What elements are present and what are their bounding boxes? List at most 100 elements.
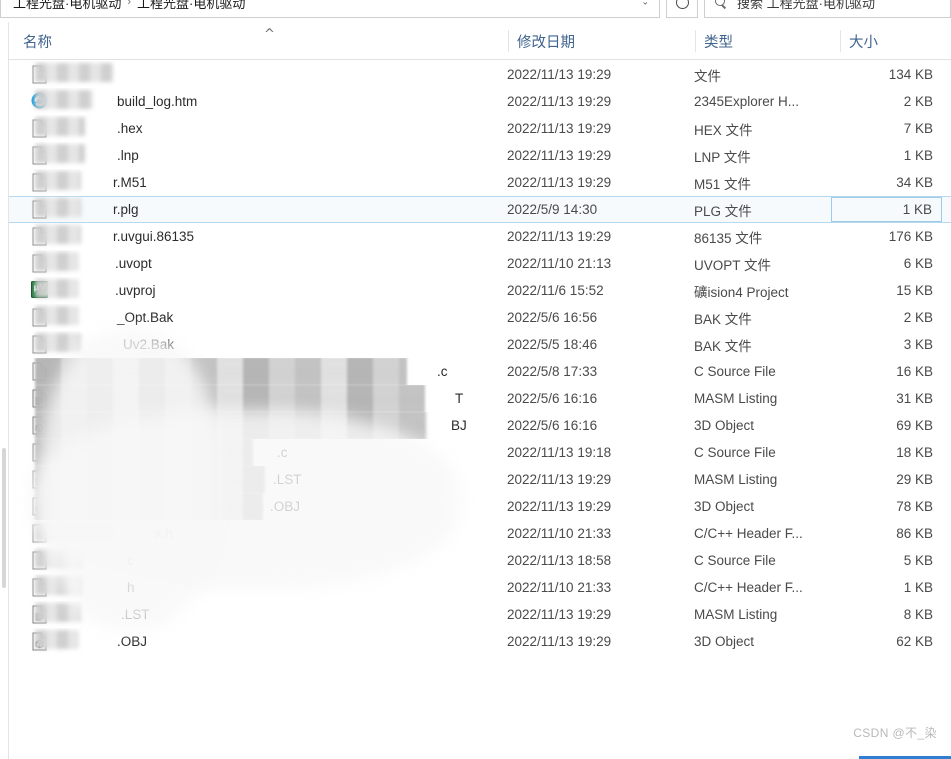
file-date-cell: 2022/11/13 18:58: [507, 553, 612, 568]
table-row[interactable]: µV 5 .uvproj 2022/11/6 15:52 礦ision4 Project…: [9, 277, 951, 304]
table-row[interactable]: Uv2.Bak 2022/5/5 18:46 BAK 文件 3 KB: [9, 331, 951, 358]
file-name-cell[interactable]: _Opt.Bak: [9, 304, 499, 331]
file-name-cell[interactable]: .lnp: [9, 142, 499, 169]
file-name-cell[interactable]: c: [9, 547, 499, 574]
file-type-cell: BAK 文件: [694, 311, 752, 327]
table-row[interactable]: .uvopt 2022/11/10 21:13 UVOPT 文件 6 KB: [9, 250, 951, 277]
table-row[interactable]: r.plg 2022/5/9 14:30 PLG 文件 1 KB: [9, 196, 951, 223]
ie-browser-icon: [31, 92, 48, 111]
file-name-cell[interactable]: .c: [9, 358, 499, 385]
table-row[interactable]: .LST 2022/11/13 19:29 MASM Listing 29 KB: [9, 466, 951, 493]
search-input[interactable]: 搜索 工程光盘·电机驱动: [704, 0, 951, 18]
file-date-cell: 2022/11/13 19:29: [507, 634, 612, 649]
file-list[interactable]: 2022/11/13 19:29 文件 134 KB build_log.htm 202…: [9, 61, 951, 681]
file-name-cell[interactable]: r.plg: [9, 196, 499, 223]
table-row[interactable]: .OBJ 2022/11/13 19:29 3D Object 78 KB: [9, 493, 951, 520]
file-name-cell[interactable]: build_log.htm: [9, 88, 499, 115]
column-divider[interactable]: [508, 30, 509, 52]
file-size-cell: 7 KB: [903, 121, 933, 136]
table-row[interactable]: build_log.htm 2022/11/13 19:29 2345Explore…: [9, 88, 951, 115]
table-row[interactable]: x.h 2022/11/10 21:33 C/C++ Header F... 86 K…: [9, 520, 951, 547]
file-date-cell: 2022/11/13 19:29: [507, 175, 612, 190]
file-name-cell[interactable]: x.h: [9, 520, 499, 547]
file-name-cell[interactable]: µV 5 .uvproj: [9, 277, 499, 304]
file-name-cell[interactable]: Uv2.Bak: [9, 331, 499, 358]
table-row[interactable]: 2022/11/13 19:29 文件 134 KB: [9, 61, 951, 88]
address-bar[interactable]: 工程光盘·电机驱动 › 工程光盘·电机驱动 ⌄: [0, 0, 660, 18]
file-size-cell: 176 KB: [888, 229, 933, 244]
file-name-cell[interactable]: .LST: [9, 601, 499, 628]
table-row[interactable]: h 2022/11/10 21:33 C/C++ Header F... 1 KB: [9, 574, 951, 601]
file-date-cell: 2022/5/6 16:16: [507, 391, 598, 406]
blank-file-icon: [31, 254, 48, 273]
file-name-cell[interactable]: BJ: [9, 412, 499, 439]
file-name-label: x.h: [155, 526, 174, 541]
breadcrumb[interactable]: 工程光盘·电机驱动 › 工程光盘·电机驱动: [13, 0, 245, 12]
nav-pane-scrollbar[interactable]: [2, 448, 6, 588]
table-row[interactable]: c 2022/11/13 18:58 C Source File 5 KB: [9, 547, 951, 574]
file-type-cell: MASM Listing: [694, 472, 778, 487]
table-row[interactable]: .lnp 2022/11/13 19:29 LNP 文件 1 KB: [9, 142, 951, 169]
table-row[interactable]: r.uvgui.86135 2022/11/13 19:29 86135 文件 176…: [9, 223, 951, 250]
chevron-down-icon[interactable]: ⌄: [641, 0, 649, 8]
file-name-cell[interactable]: .OBJ: [9, 628, 499, 655]
column-divider[interactable]: [695, 30, 696, 52]
blank-file-icon: [31, 335, 48, 354]
file-name-cell[interactable]: h: [9, 574, 499, 601]
file-name-cell[interactable]: [9, 61, 499, 88]
table-row[interactable]: .c 2022/5/8 17:33 C Source File 16 KB: [9, 358, 951, 385]
column-header-date-modified[interactable]: 修改日期: [508, 22, 695, 60]
file-name-cell[interactable]: .OBJ: [9, 493, 499, 520]
file-size-cell: 15 KB: [896, 283, 933, 298]
file-name-label: BJ: [451, 418, 467, 433]
file-explorer-window: 工程光盘·电机驱动 › 工程光盘·电机驱动 ⌄ 搜索 工程光盘·电机驱动 名称 …: [0, 0, 951, 759]
file-name-label: .OBJ: [270, 499, 301, 514]
breadcrumb-item-1[interactable]: 工程光盘·电机驱动: [13, 0, 121, 12]
file-name-label: build_log.htm: [117, 94, 198, 109]
file-type-cell: 2345Explorer H...: [694, 94, 800, 109]
file-size-cell: 29 KB: [896, 472, 933, 487]
redaction-overlay: [35, 493, 263, 520]
file-size-cell: 1 KB: [903, 148, 933, 163]
file-size-cell: 16 KB: [896, 364, 933, 379]
file-name-cell[interactable]: .c: [9, 439, 499, 466]
file-type-cell: 3D Object: [694, 418, 755, 433]
column-divider[interactable]: [840, 30, 841, 52]
file-date-cell: 2022/11/13 19:29: [507, 499, 612, 514]
table-row[interactable]: .OBJ 2022/11/13 19:29 3D Object 62 KB: [9, 628, 951, 655]
file-date-cell: 2022/11/10 21:33: [507, 526, 612, 541]
file-name-cell[interactable]: .LST: [9, 466, 499, 493]
table-row[interactable]: r.M51 2022/11/13 19:29 M51 文件 34 KB: [9, 169, 951, 196]
column-header-size[interactable]: 大小: [840, 22, 951, 60]
breadcrumb-item-2[interactable]: 工程光盘·电机驱动: [137, 0, 245, 12]
file-name-cell[interactable]: r.uvgui.86135: [9, 223, 499, 250]
file-type-cell: MASM Listing: [694, 391, 778, 406]
table-row[interactable]: _Opt.Bak 2022/5/6 16:56 BAK 文件 2 KB: [9, 304, 951, 331]
file-name-cell[interactable]: .uvopt: [9, 250, 499, 277]
table-row[interactable]: T 2022/5/6 16:16 MASM Listing 31 KB: [9, 385, 951, 412]
file-date-cell: 2022/11/13 19:29: [507, 229, 612, 244]
table-row[interactable]: .c 2022/11/13 19:18 C Source File 18 KB: [9, 439, 951, 466]
file-type-cell: 3D Object: [694, 634, 755, 649]
blank-file-icon: [31, 443, 48, 462]
file-name-cell[interactable]: r.M51: [9, 169, 499, 196]
file-name-cell[interactable]: T: [9, 385, 499, 412]
csdn-watermark: CSDN @不_染: [853, 726, 937, 740]
file-date-cell: 2022/11/13 19:29: [507, 94, 612, 109]
file-name-label: _Opt.Bak: [117, 310, 174, 325]
column-header-type[interactable]: 类型: [695, 22, 840, 60]
blank-file-icon: [31, 578, 48, 597]
file-type-cell: C/C++ Header F...: [694, 526, 803, 541]
refresh-button[interactable]: [666, 0, 698, 18]
table-row[interactable]: .hex 2022/11/13 19:29 HEX 文件 7 KB: [9, 115, 951, 142]
file-date-cell: 2022/11/13 19:18: [507, 445, 612, 460]
file-date-cell: 2022/5/6 16:16: [507, 418, 598, 433]
table-row[interactable]: BJ 2022/5/6 16:16 3D Object 69 KB: [9, 412, 951, 439]
blank-file-icon: [31, 173, 48, 192]
redaction-overlay: [35, 466, 265, 493]
file-type-cell: C Source File: [694, 553, 776, 568]
table-row[interactable]: .LST 2022/11/13 19:29 MASM Listing 8 KB: [9, 601, 951, 628]
file-size-cell: 3 KB: [903, 337, 933, 352]
file-name-cell[interactable]: .hex: [9, 115, 499, 142]
file-name-label: .hex: [117, 121, 143, 136]
